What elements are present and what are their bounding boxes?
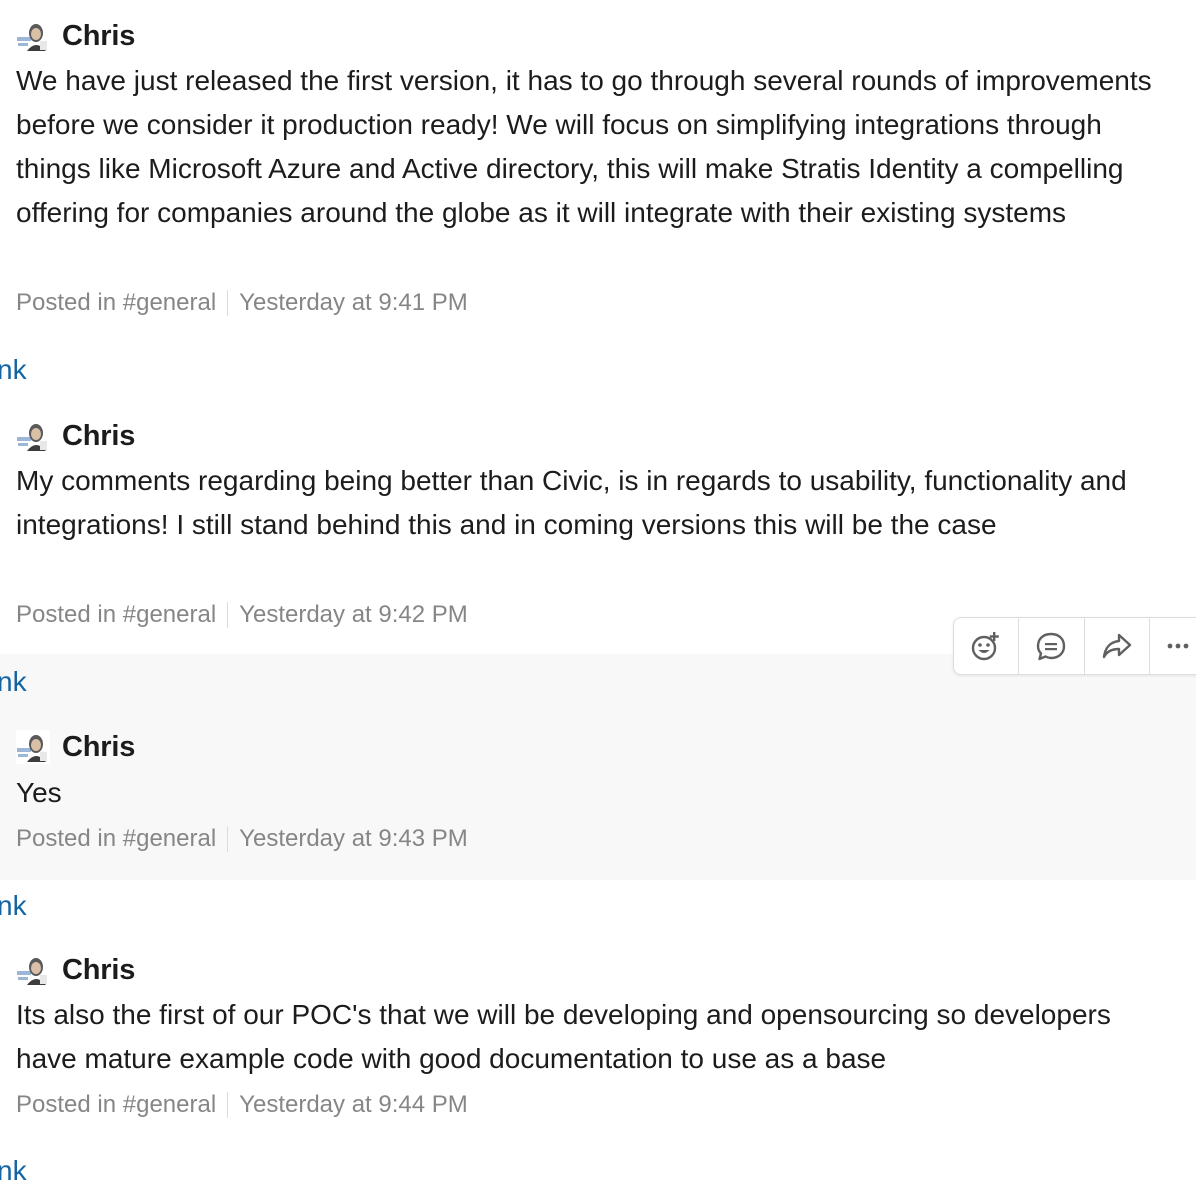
- message-text: Its also the first of our POC's that we …: [16, 999, 1111, 1074]
- message-item: Chris Its also the first of our POC's th…: [0, 934, 1196, 1134]
- message-item-hovered: nk Chris Yes Posted in #general Yesterda…: [0, 654, 1196, 880]
- message-feed: Chris We have just released the first ve…: [0, 0, 1196, 1186]
- share-message-button[interactable]: [1085, 618, 1150, 674]
- add-reaction-icon: [971, 632, 999, 661]
- author-name[interactable]: Chris: [62, 420, 135, 453]
- user-avatar-icon[interactable]: [16, 419, 50, 453]
- more-actions-icon: [1167, 643, 1189, 649]
- message-text: Yes: [16, 777, 62, 808]
- channel-link[interactable]: #general: [123, 824, 216, 854]
- posted-in-label: Posted in: [16, 601, 117, 628]
- message-header: Chris: [16, 952, 135, 988]
- add-reaction-button[interactable]: [954, 618, 1020, 674]
- message-item: Chris We have just released the first ve…: [0, 0, 1196, 340]
- message-header: Chris: [16, 729, 135, 765]
- channel-link[interactable]: #general: [123, 288, 216, 318]
- channel-link[interactable]: #general: [123, 600, 216, 630]
- posted-in-label: Posted in: [16, 1091, 117, 1118]
- view-message-link[interactable]: nk: [0, 665, 27, 699]
- message-header: Chris: [16, 418, 135, 454]
- meta-divider: [227, 602, 229, 628]
- message-meta: Posted in #general Yesterday at 9:42 PM: [16, 600, 468, 630]
- view-message-link[interactable]: nk: [0, 353, 27, 387]
- message-meta: Posted in #general Yesterday at 9:41 PM: [16, 288, 468, 318]
- posted-in-label: Posted in: [16, 825, 117, 852]
- message-text: We have just released the first version,…: [16, 65, 1152, 228]
- author-name[interactable]: Chris: [62, 731, 135, 764]
- channel-link[interactable]: #general: [123, 1090, 216, 1120]
- share-message-icon: [1102, 633, 1131, 659]
- author-name[interactable]: Chris: [62, 954, 135, 987]
- message-meta: Posted in #general Yesterday at 9:44 PM: [16, 1090, 468, 1120]
- meta-divider: [227, 1092, 229, 1118]
- meta-divider: [227, 826, 229, 852]
- message-header: Chris: [16, 18, 135, 54]
- message-actions-toolbar: [953, 617, 1196, 675]
- user-avatar-icon[interactable]: [16, 730, 50, 764]
- reply-thread-button[interactable]: [1019, 618, 1085, 674]
- view-message-link[interactable]: nk: [0, 1154, 27, 1188]
- timestamp[interactable]: Yesterday at 9:42 PM: [239, 600, 468, 630]
- message-meta: Posted in #general Yesterday at 9:43 PM: [16, 824, 468, 854]
- timestamp[interactable]: Yesterday at 9:43 PM: [239, 824, 468, 854]
- timestamp[interactable]: Yesterday at 9:44 PM: [239, 1090, 468, 1120]
- timestamp[interactable]: Yesterday at 9:41 PM: [239, 288, 468, 318]
- message-item: Chris My comments regarding being better…: [0, 400, 1196, 652]
- more-actions-button[interactable]: [1150, 618, 1196, 674]
- posted-in-label: Posted in: [16, 289, 117, 316]
- view-message-link[interactable]: nk: [0, 889, 27, 923]
- message-text: My comments regarding being better than …: [16, 465, 1127, 540]
- user-avatar-icon[interactable]: [16, 19, 50, 53]
- user-avatar-icon[interactable]: [16, 953, 50, 987]
- reply-thread-icon: [1037, 632, 1066, 661]
- meta-divider: [227, 290, 229, 316]
- author-name[interactable]: Chris: [62, 20, 135, 53]
